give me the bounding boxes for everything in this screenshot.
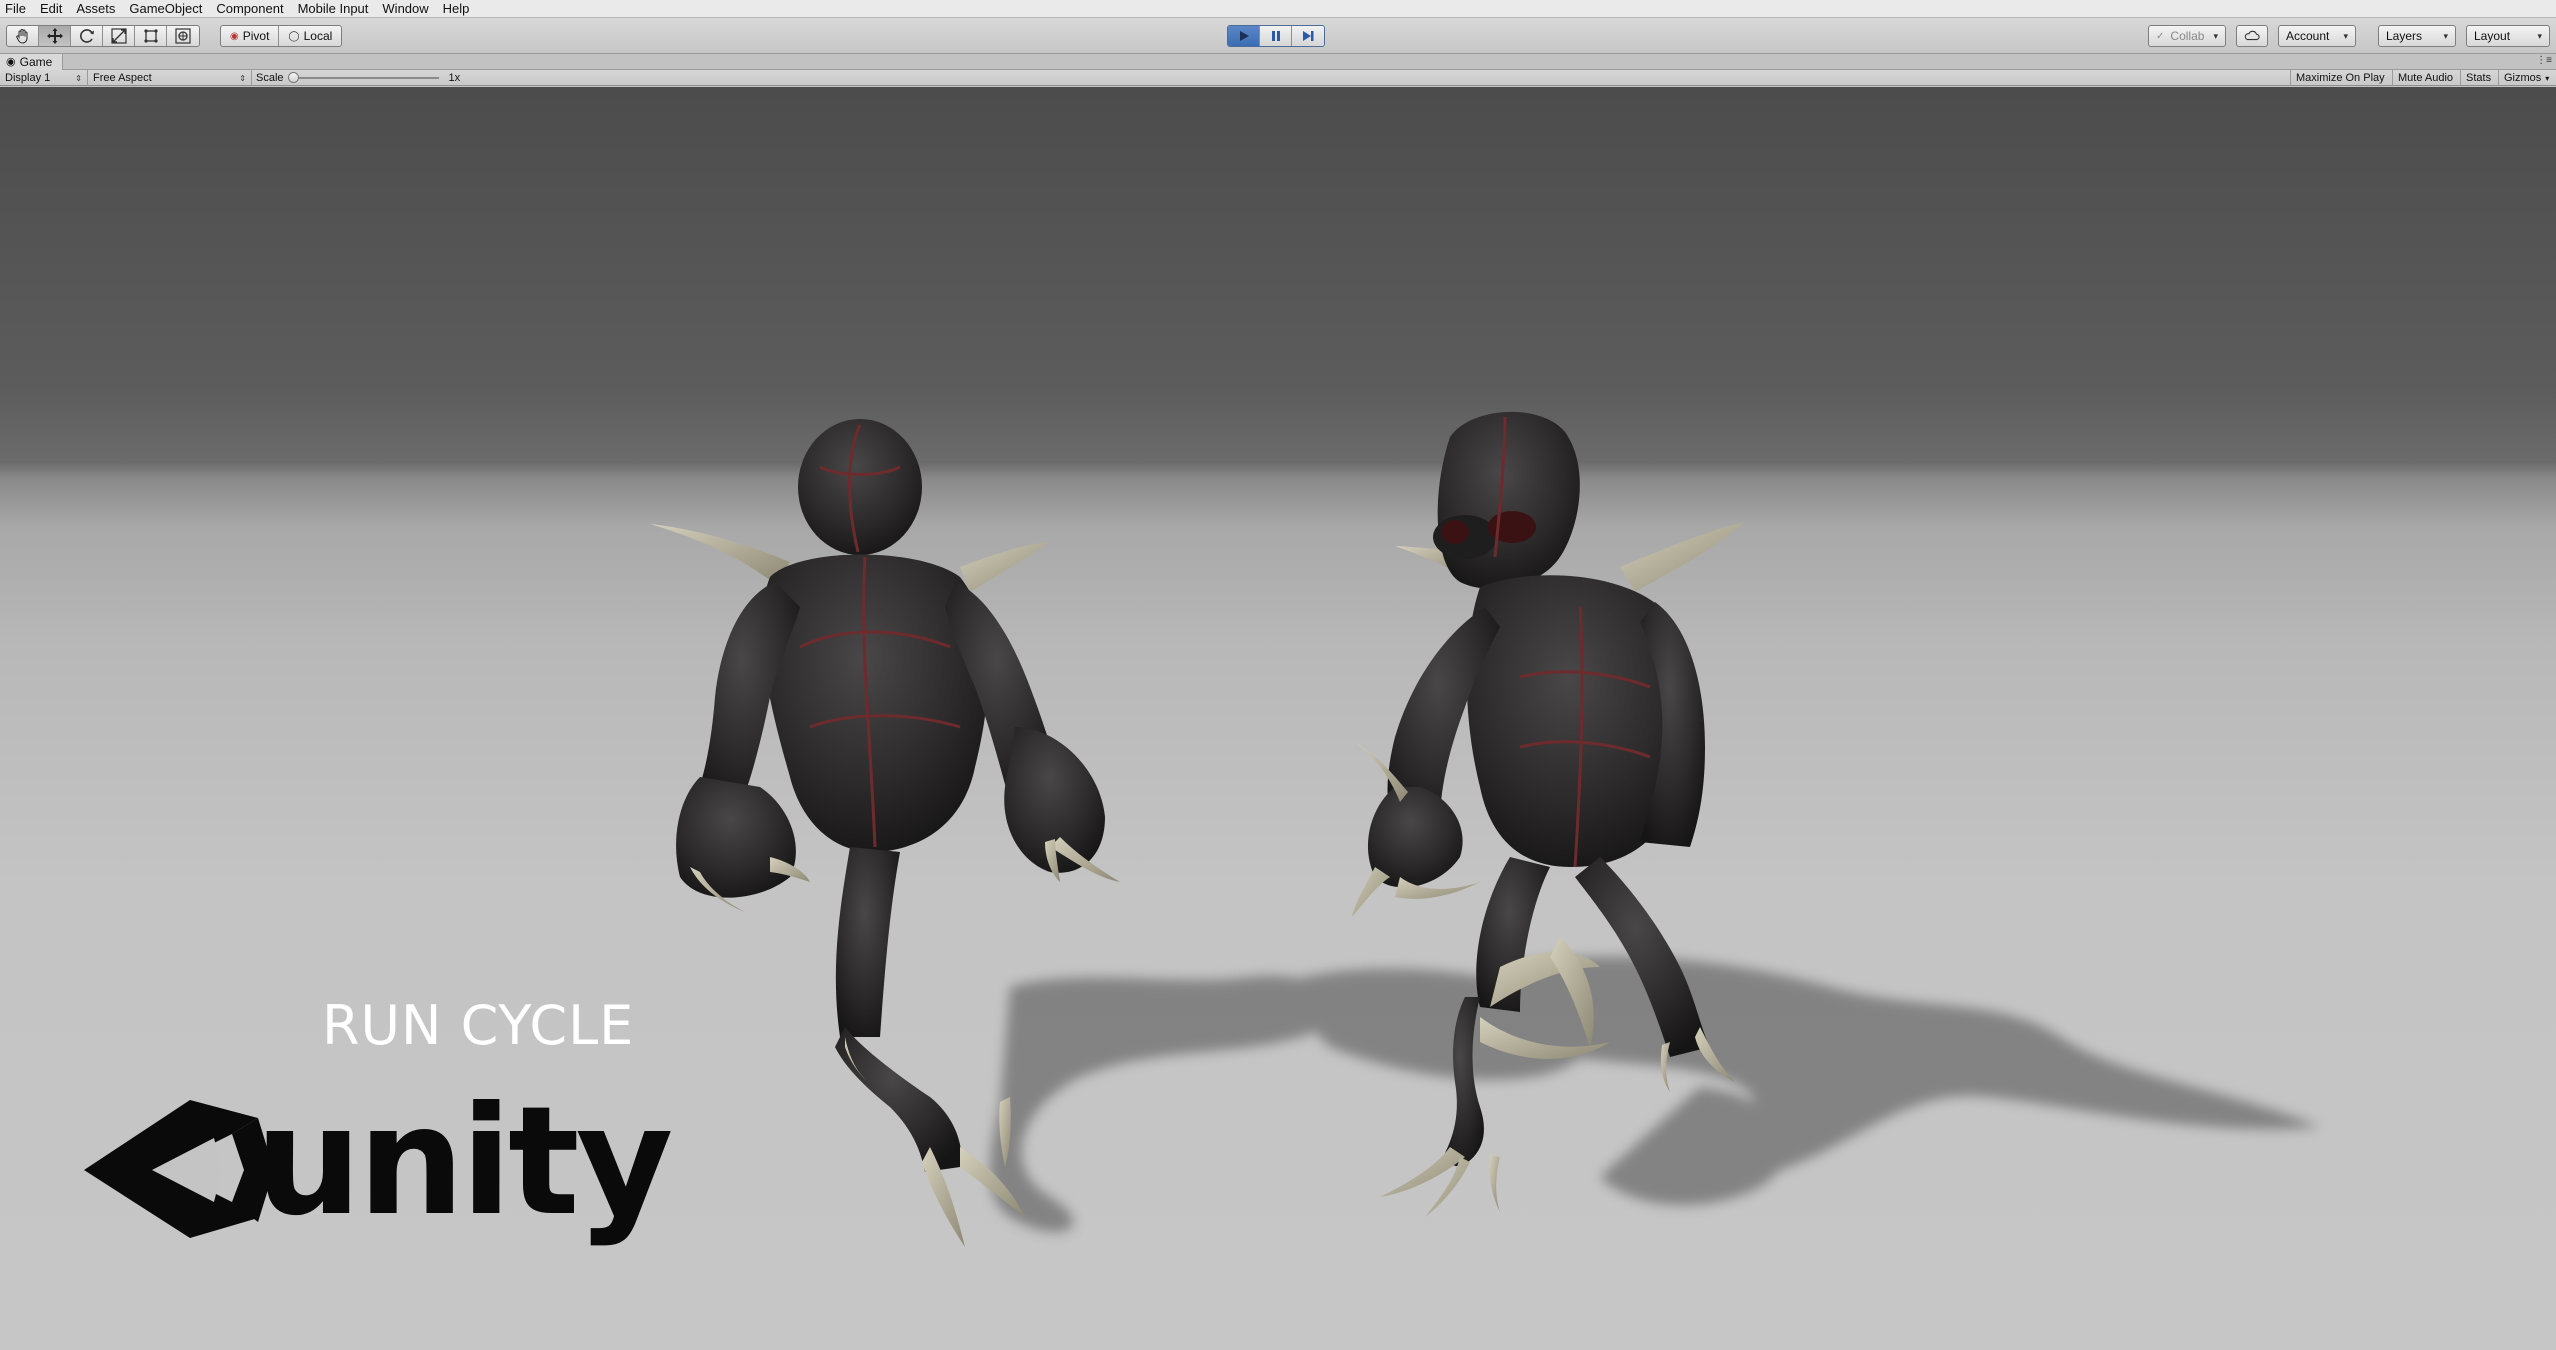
step-icon xyxy=(1303,31,1314,41)
collab-check-icon: ✓ xyxy=(2156,30,2165,42)
chevron-down-icon: ▾ xyxy=(2537,30,2542,41)
aspect-label: Free Aspect xyxy=(93,72,152,84)
collab-button[interactable]: ✓ Collab ▾ xyxy=(2148,25,2226,47)
menu-mobile-input[interactable]: Mobile Input xyxy=(298,0,369,18)
run-cycle-caption: RUN CYCLE xyxy=(322,994,635,1057)
menu-gameobject[interactable]: GameObject xyxy=(129,0,202,18)
scale-slider[interactable] xyxy=(287,72,439,83)
display-dropdown[interactable]: Display 1 ⇕ xyxy=(0,70,88,86)
pause-button[interactable] xyxy=(1260,26,1292,46)
layers-dropdown[interactable]: Layers ▾ xyxy=(2378,25,2456,47)
transform-icon xyxy=(175,28,191,44)
rect-tool-button[interactable] xyxy=(135,26,167,46)
chevron-down-icon: ▾ xyxy=(2545,73,2550,83)
scale-icon xyxy=(110,28,127,44)
pivot-icon: ◉ xyxy=(230,30,239,42)
main-toolbar: ◉ Pivot ◯ Local ✓ Collab ▾ Account ▾ Lay… xyxy=(0,18,2556,54)
hand-tool-button[interactable] xyxy=(7,26,39,46)
step-button[interactable] xyxy=(1292,26,1324,46)
scale-control: Scale 1x xyxy=(256,70,460,86)
transform-tools xyxy=(6,25,200,47)
menu-assets[interactable]: Assets xyxy=(76,0,115,18)
account-label: Account xyxy=(2286,29,2330,43)
unity-wordmark: unity xyxy=(255,1075,673,1249)
tab-game[interactable]: ◉ Game xyxy=(0,53,64,70)
menu-edit[interactable]: Edit xyxy=(40,0,62,18)
pivot-button[interactable]: ◉ Pivot xyxy=(221,26,280,46)
local-button[interactable]: ◯ Local xyxy=(279,26,341,46)
game-controller-icon: ◉ xyxy=(6,56,16,68)
play-button[interactable] xyxy=(1228,26,1260,46)
creature-right xyxy=(1352,411,1745,1217)
dropdown-arrows-icon: ⇕ xyxy=(75,73,82,83)
tab-options-icon[interactable]: ⋮≡ xyxy=(2536,55,2552,66)
scale-tool-button[interactable] xyxy=(103,26,135,46)
layout-dropdown[interactable]: Layout ▾ xyxy=(2466,25,2550,47)
account-dropdown[interactable]: Account ▾ xyxy=(2278,25,2356,47)
stats-toggle[interactable]: Stats xyxy=(2460,70,2498,86)
tab-bar: ◉ Game ⋮≡ xyxy=(0,53,2556,70)
mute-label: Mute Audio xyxy=(2398,72,2454,84)
menu-help[interactable]: Help xyxy=(443,0,470,18)
scale-label: Scale xyxy=(256,72,284,84)
menu-file[interactable]: File xyxy=(5,0,26,18)
scale-slider-thumb[interactable] xyxy=(287,72,299,83)
cloud-button[interactable] xyxy=(2236,25,2268,47)
pause-icon xyxy=(1271,31,1280,41)
cloud-icon xyxy=(2244,30,2260,41)
scale-value: 1x xyxy=(448,72,461,84)
menu-window[interactable]: Window xyxy=(382,0,428,18)
rotate-icon xyxy=(79,29,94,43)
display-label: Display 1 xyxy=(5,72,51,84)
tab-game-label: Game xyxy=(19,54,53,69)
chevron-down-icon: ▾ xyxy=(2343,30,2348,41)
layout-label: Layout xyxy=(2474,29,2511,43)
layers-label: Layers xyxy=(2386,29,2423,43)
move-tool-button[interactable] xyxy=(39,26,71,46)
dropdown-arrows-icon: ⇕ xyxy=(239,73,246,83)
local-icon: ◯ xyxy=(288,30,300,42)
menu-component[interactable]: Component xyxy=(216,0,283,18)
gizmos-label: Gizmos xyxy=(2504,72,2542,84)
local-label: Local xyxy=(303,29,333,43)
play-icon xyxy=(1239,31,1249,41)
aspect-dropdown[interactable]: Free Aspect ⇕ xyxy=(88,70,252,86)
maximize-label: Maximize On Play xyxy=(2296,72,2385,84)
collab-label: Collab xyxy=(2170,29,2205,43)
gizmos-dropdown[interactable]: Gizmos ▾ xyxy=(2498,70,2556,86)
pivot-label: Pivot xyxy=(242,29,270,43)
game-viewport[interactable]: RUN CYCLE unity xyxy=(0,87,2556,1350)
transform-tool-button[interactable] xyxy=(167,26,199,46)
hand-icon xyxy=(15,28,28,44)
stats-label: Stats xyxy=(2466,72,2492,84)
pivot-toggle-group: ◉ Pivot ◯ Local xyxy=(220,25,343,47)
play-controls xyxy=(1227,25,1325,47)
game-view-bar: Display 1 ⇕ Free Aspect ⇕ Scale 1x Maxim… xyxy=(0,70,2556,86)
mute-audio-toggle[interactable]: Mute Audio xyxy=(2392,70,2460,86)
chevron-down-icon: ▾ xyxy=(2213,30,2218,41)
maximize-on-play-toggle[interactable]: Maximize On Play xyxy=(2290,70,2392,86)
rotate-tool-button[interactable] xyxy=(71,26,103,46)
creature-left xyxy=(650,419,1120,1247)
menu-bar: File Edit Assets GameObject Component Mo… xyxy=(0,0,2556,18)
rect-icon xyxy=(143,29,158,43)
move-icon xyxy=(46,28,63,44)
chevron-down-icon: ▾ xyxy=(2443,30,2448,41)
